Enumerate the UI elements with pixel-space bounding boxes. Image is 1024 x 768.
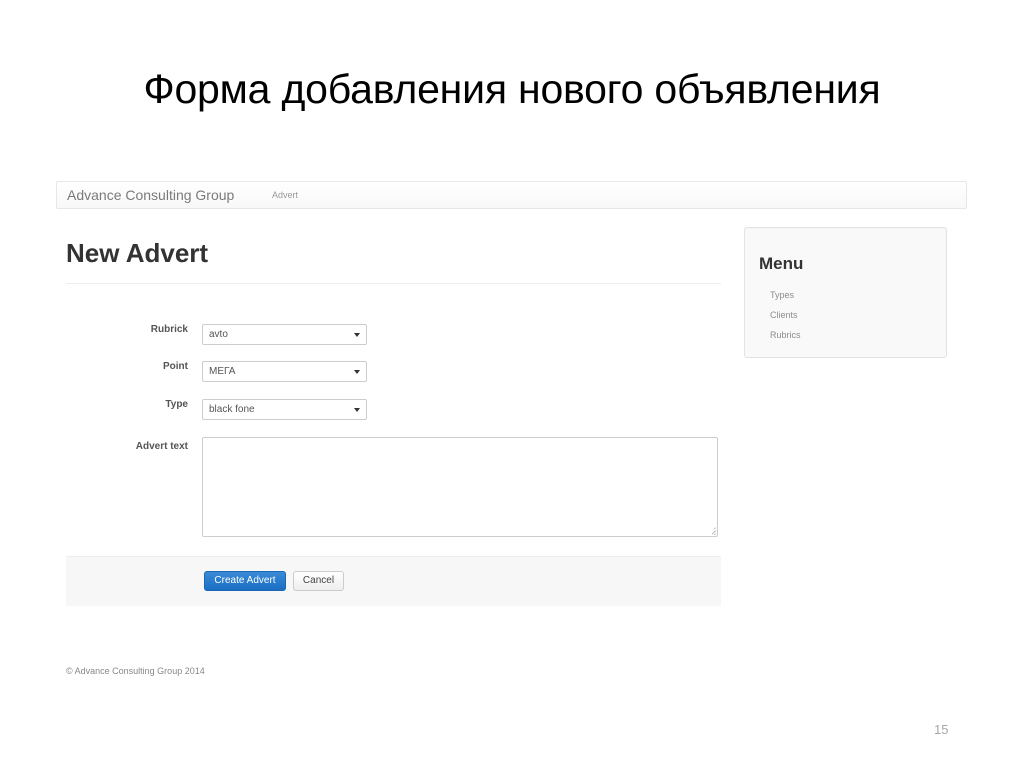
- heading-divider: [66, 283, 721, 284]
- app-screenshot: Advance Consulting Group Advert New Adve…: [0, 0, 1024, 768]
- sidebar-menu-panel: Menu Types Clients Rubrics: [744, 227, 947, 358]
- select-point[interactable]: МЕГА: [202, 361, 367, 382]
- chevron-down-icon: [354, 408, 360, 412]
- select-rubrick-value: avto: [209, 329, 228, 340]
- cancel-button[interactable]: Cancel: [293, 571, 344, 591]
- sidebar-item-rubrics[interactable]: Rubrics: [770, 330, 801, 340]
- navbar: Advance Consulting Group Advert: [56, 181, 967, 209]
- advert-text-input[interactable]: [203, 438, 717, 536]
- select-type-value: black fone: [209, 404, 255, 415]
- sidebar-title: Menu: [759, 254, 804, 273]
- create-advert-button[interactable]: Create Advert: [204, 571, 286, 591]
- select-rubrick[interactable]: avto: [202, 324, 367, 345]
- form-actions-bar: Create Advert Cancel: [66, 556, 721, 606]
- sidebar-item-clients[interactable]: Clients: [770, 310, 798, 320]
- advert-text-field-wrap: [202, 437, 718, 537]
- chevron-down-icon: [354, 370, 360, 374]
- label-point: Point: [163, 361, 188, 372]
- select-type[interactable]: black fone: [202, 399, 367, 420]
- footer-copyright: © Advance Consulting Group 2014: [66, 666, 205, 676]
- chevron-down-icon: [354, 333, 360, 337]
- resize-handle-icon[interactable]: [707, 526, 716, 535]
- slide-page-number: 15: [934, 722, 949, 737]
- label-advert-text: Advert text: [135, 441, 188, 452]
- navbar-brand[interactable]: Advance Consulting Group: [67, 187, 234, 203]
- select-point-value: МЕГА: [209, 366, 236, 377]
- label-rubrick: Rubrick: [150, 324, 188, 335]
- navbar-link-advert[interactable]: Advert: [272, 190, 298, 200]
- label-type: Type: [165, 399, 188, 410]
- sidebar-item-types[interactable]: Types: [770, 290, 794, 300]
- page-title: New Advert: [66, 238, 209, 268]
